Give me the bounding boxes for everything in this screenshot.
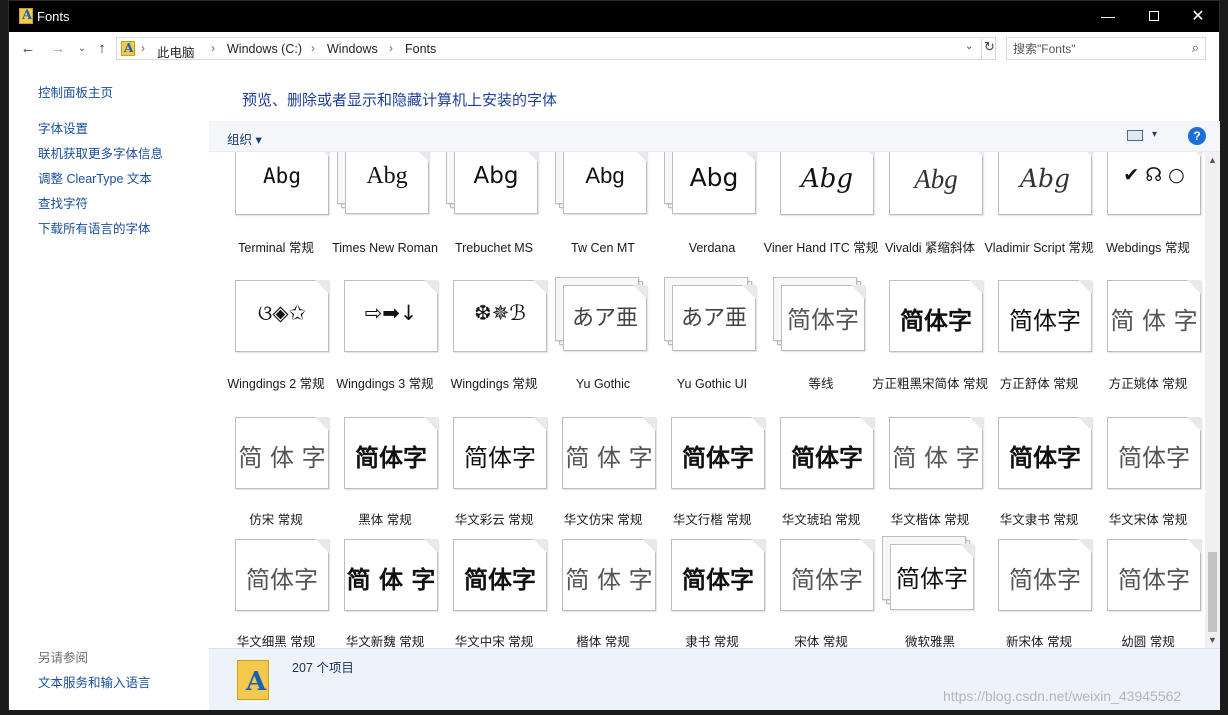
page-fold [1187,539,1201,553]
font-page: 简体字 [671,539,765,611]
breadcrumb-this-pc[interactable]: 此电脑 [157,42,195,61]
change-view-icon[interactable] [1127,130,1143,141]
font-tile[interactable]: 简体字 幼圆 常规 [1081,152,1201,648]
window-title: Fonts [37,9,70,24]
search-box[interactable]: ⌕ [1006,37,1206,60]
font-thumbnail: 简体字 [773,536,874,612]
control-panel-home-link[interactable]: 控制面板主页 [38,82,113,101]
font-thumbnail: 简体字 [446,536,547,612]
refresh-button[interactable]: ↻ [981,39,995,59]
text-services-link[interactable]: 文本服务和输入语言 [38,672,151,691]
font-tile[interactable]: 简体字 隶书 常规 [645,152,765,648]
font-sample: 简 体 字 [346,566,436,594]
recent-locations-button[interactable]: ⌄ [71,43,93,54]
font-page: 简体字 [998,539,1092,611]
help-button[interactable]: ? [1188,127,1206,145]
scrollbar-thumb[interactable] [1208,552,1217,632]
font-grid: Abg Terminal 常规 Abg Times New Roman Abg Trebu… [209,152,1209,648]
font-sample: 简体字 [896,565,968,593]
organize-menu-button[interactable]: 组织 ▾ [227,129,262,148]
maximize-button[interactable] [1131,1,1177,32]
maximize-icon [1149,11,1159,21]
font-sample: 简体字 [791,566,863,594]
font-page: 简 体 字 [562,539,656,611]
fonts-folder-icon: A [19,8,33,24]
title-bar: A Fonts — ✕ [9,1,1219,32]
forward-button[interactable]: → [47,40,69,57]
font-sample: 简体字 [1009,566,1081,594]
font-tile[interactable]: 简体字 宋体 常规 [754,152,874,648]
font-sample: 简体字 [246,566,318,594]
adjust-cleartype-link[interactable]: 调整 ClearType 文本 [38,168,152,187]
font-thumbnail: 简 体 字 [337,536,438,612]
address-row: ← → ⌄ ↑ A › 此电脑 › Windows (C:) › Windows… [9,32,1219,65]
address-bar[interactable]: A › 此电脑 › Windows (C:) › Windows › Fonts… [116,37,996,60]
back-button[interactable]: ← [17,40,39,57]
view-options-dropdown[interactable]: ▾ [1152,129,1157,140]
font-tile[interactable]: 简体字 微软雅黑 [863,152,974,648]
fonts-window: A Fonts — ✕ ← → ⌄ ↑ A › 此电脑 › Windows (C… [8,0,1220,710]
address-dropdown-button[interactable]: ⌄ [965,41,973,52]
left-pane: 控制面板主页 字体设置 联机获取更多字体信息 调整 ClearType 文本 查… [9,65,209,710]
font-page: 简体字 [235,539,329,611]
breadcrumb-separator: › [311,41,315,55]
font-sample: 简 体 字 [565,566,653,594]
font-thumbnail: 简体字 [1100,536,1201,612]
page-fold [1187,417,1201,431]
font-sample: 简体字 [464,566,536,594]
breadcrumb-separator: › [389,41,393,55]
font-tile[interactable]: 简体字 华文中宋 常规 [427,152,547,648]
font-page: 简体字 [890,544,974,610]
breadcrumb-separator: › [211,41,215,55]
search-icon[interactable]: ⌕ [1192,40,1199,56]
breadcrumb-windows[interactable]: Windows [327,42,378,56]
page-heading: 预览、删除或者显示和隐藏计算机上安装的字体 [242,92,558,109]
font-tile[interactable]: 简 体 字华文新魏 常规 [318,152,438,648]
font-sample: 简体字 [682,566,754,594]
font-page: 简体字 [780,539,874,611]
search-input[interactable] [1013,40,1178,57]
scroll-up-icon[interactable]: ▲ [1208,155,1217,165]
font-name-label: 幼圆 常规 [1121,635,1175,648]
fonts-folder-icon: A [121,41,135,56]
font-page: 简 体 字 [344,539,438,611]
see-also-title: 另请参阅 [38,651,89,665]
scroll-down-icon[interactable]: ▼ [1208,635,1217,645]
font-thumbnail: 简体字 [882,536,976,612]
font-tile[interactable]: 简体字 华文细黑 常规 [209,152,329,648]
font-page: 简体字 [453,539,547,611]
command-bar: 组织 ▾ ▾ ? [209,121,1220,152]
breadcrumb-fonts[interactable]: Fonts [405,42,436,56]
fonts-folder-large-icon: A [237,660,269,700]
breadcrumb-separator: › [141,41,145,55]
up-button[interactable]: ↑ [91,40,113,57]
close-button[interactable]: ✕ [1175,1,1221,32]
font-sample: 简体字 [1118,566,1190,594]
font-thumbnail: 简体字 [991,536,1092,612]
page-fold [1187,280,1201,294]
font-thumbnail: 简体字 [228,536,329,612]
watermark-text: https://blog.csdn.net/weixin_43945562 [943,688,1182,704]
font-page: 简体字 [1107,539,1201,611]
item-count: 207 个项目 [292,661,354,675]
vertical-scrollbar[interactable]: ▲ ▼ [1205,152,1220,648]
get-more-font-info-link[interactable]: 联机获取更多字体信息 [38,143,163,162]
page-fold [1187,152,1201,157]
download-all-language-fonts-link[interactable]: 下载所有语言的字体 [38,218,151,237]
font-thumbnail: 简 体 字 [555,536,656,612]
font-settings-link[interactable]: 字体设置 [38,118,88,137]
font-thumbnail: 简体字 [664,536,765,612]
minimize-button[interactable]: — [1085,1,1131,32]
breadcrumb-drive-c[interactable]: Windows (C:) [227,42,302,56]
find-character-link[interactable]: 查找字符 [38,193,88,212]
font-tile[interactable]: 简 体 字楷体 常规 [536,152,656,648]
font-tile[interactable]: 简体字 新宋体 常规 [972,152,1092,648]
